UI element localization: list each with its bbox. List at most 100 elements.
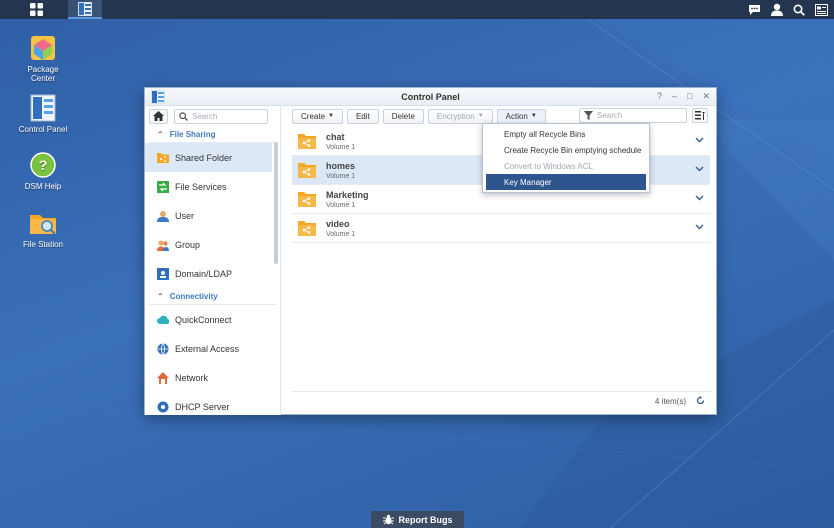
- action-label: Action: [505, 111, 528, 121]
- home-icon: [153, 111, 164, 121]
- section-connectivity[interactable]: ⌃ Connectivity: [149, 288, 276, 305]
- taskbar: [0, 0, 834, 19]
- shared-folder-icon: [298, 192, 316, 207]
- window-title: Control Panel: [401, 92, 460, 102]
- chevron-down-icon[interactable]: [695, 166, 704, 172]
- sidebar-item-shared-folder[interactable]: Shared Folder: [145, 143, 272, 172]
- desktop-label-package-center-2: Center: [30, 74, 55, 83]
- edit-button[interactable]: Edit: [346, 108, 379, 124]
- file-services-icon: [157, 180, 169, 193]
- desktop-label-control-panel: Control Panel: [18, 125, 68, 134]
- delete-button[interactable]: Delete: [382, 108, 424, 124]
- sidebar-search-input[interactable]: Search: [174, 108, 268, 124]
- external-access-icon: [157, 342, 169, 355]
- folder-name: video: [326, 219, 350, 229]
- folder-volume: Volume 1: [326, 202, 356, 209]
- folder-volume: Volume 1: [326, 231, 356, 238]
- folder-name: Marketing: [326, 190, 369, 200]
- network-icon: [157, 371, 169, 384]
- caret-down-icon: ▼: [328, 113, 334, 119]
- chevron-up-icon: ⌃: [157, 291, 164, 301]
- search-icon[interactable]: [793, 3, 805, 16]
- encryption-button[interactable]: Encryption ▼: [427, 108, 493, 124]
- list-settings-icon: [695, 111, 705, 120]
- sidebar-item-dhcp-server[interactable]: DHCP Server: [145, 392, 280, 415]
- menu-item-key-manager[interactable]: Key Manager: [486, 174, 646, 190]
- sidebar-item-label: DHCP Server: [175, 401, 230, 412]
- chevron-down-icon[interactable]: [695, 224, 704, 230]
- menu-item-empty-recycle-bins[interactable]: Empty all Recycle Bins: [483, 126, 649, 142]
- widgets-icon[interactable]: [815, 3, 828, 16]
- caret-down-icon: ▼: [477, 113, 484, 119]
- sidebar-item-label: External Access: [175, 343, 240, 354]
- sidebar-item-label: Network: [175, 372, 209, 383]
- shared-folder-icon: [298, 163, 316, 178]
- caret-down-icon: ▼: [530, 113, 537, 119]
- taskbar-control-panel-button[interactable]: [68, 0, 102, 19]
- user-icon: [157, 210, 169, 222]
- sidebar-item-domain-ldap[interactable]: Domain/LDAP: [145, 259, 280, 288]
- maximize-button[interactable]: □: [687, 91, 692, 102]
- close-button[interactable]: ✕: [702, 91, 710, 102]
- refresh-icon[interactable]: [696, 396, 705, 407]
- sidebar-search-placeholder: Search: [192, 111, 218, 121]
- report-bugs-button[interactable]: Report Bugs: [371, 511, 464, 528]
- create-button[interactable]: Create ▼: [292, 108, 343, 124]
- action-button[interactable]: Action ▼: [496, 108, 546, 124]
- search-icon: [179, 111, 188, 121]
- create-label: Create: [301, 111, 326, 121]
- control-panel-icon: [30, 94, 56, 122]
- package-center-icon: [31, 36, 55, 60]
- chevron-down-icon[interactable]: [695, 195, 704, 201]
- desktop-icon-package-center[interactable]: Package Center: [8, 33, 78, 83]
- home-button[interactable]: [149, 108, 168, 124]
- shared-folder-icon: [298, 134, 316, 149]
- window-titlebar[interactable]: Control Panel ? – □ ✕: [145, 88, 716, 106]
- chevron-down-icon[interactable]: [695, 137, 704, 143]
- section-file-sharing[interactable]: ⌃ File Sharing: [149, 126, 276, 143]
- sidebar-item-group[interactable]: Group: [145, 230, 280, 259]
- sidebar-item-network[interactable]: Network: [145, 363, 280, 392]
- help-icon: ?: [30, 152, 56, 178]
- section-title: File Sharing: [169, 129, 216, 139]
- shared-folder-icon: [157, 152, 169, 164]
- sidebar-item-label: Domain/LDAP: [175, 268, 233, 279]
- main-menu-button[interactable]: [22, 0, 50, 19]
- quickconnect-icon: [157, 314, 169, 326]
- folder-name: chat: [326, 132, 345, 142]
- svg-text:?: ?: [39, 157, 48, 173]
- group-icon: [157, 239, 169, 251]
- section-title: Connectivity: [169, 291, 218, 301]
- edit-label: Edit: [355, 111, 370, 121]
- sidebar-item-user[interactable]: User: [145, 201, 280, 230]
- user-icon[interactable]: [771, 3, 783, 16]
- sidebar-item-quickconnect[interactable]: QuickConnect: [145, 305, 280, 334]
- desktop-icon-dsm-help[interactable]: ? DSM Help: [8, 150, 78, 191]
- table-row[interactable]: video Volume 1: [292, 214, 710, 243]
- shared-folder-icon: [298, 221, 316, 236]
- sidebar-item-label: Group: [175, 239, 201, 250]
- grid-icon: [29, 3, 43, 16]
- desktop-icon-file-station[interactable]: File Station: [8, 208, 78, 249]
- encryption-label: Encryption: [436, 111, 475, 121]
- sidebar-item-label: File Services: [175, 181, 227, 192]
- desktop-icon-control-panel[interactable]: Control Panel: [8, 93, 78, 134]
- chat-icon[interactable]: [748, 4, 761, 16]
- minimize-button[interactable]: –: [672, 91, 677, 102]
- sidebar-item-label: QuickConnect: [175, 314, 232, 325]
- folder-volume: Volume 1: [326, 144, 356, 151]
- sidebar-item-label: User: [175, 210, 195, 221]
- folder-name: homes: [326, 161, 356, 171]
- desktop-label-dsm-help: DSM Help: [24, 182, 62, 191]
- search-input[interactable]: Search: [579, 108, 687, 123]
- folder-volume: Volume 1: [326, 173, 356, 180]
- menu-item-create-recycle-schedule[interactable]: Create Recycle Bin emptying schedule: [483, 142, 649, 158]
- sidebar-item-file-services[interactable]: File Services: [145, 172, 280, 201]
- sidebar-item-external-access[interactable]: External Access: [145, 334, 280, 363]
- help-button[interactable]: ?: [657, 91, 662, 102]
- action-menu: Empty all Recycle Bins Create Recycle Bi…: [482, 123, 650, 193]
- view-options-button[interactable]: [692, 108, 708, 123]
- sidebar-scrollbar[interactable]: [274, 142, 278, 264]
- search-placeholder: Search: [597, 111, 623, 120]
- chevron-up-icon: ⌃: [157, 129, 164, 139]
